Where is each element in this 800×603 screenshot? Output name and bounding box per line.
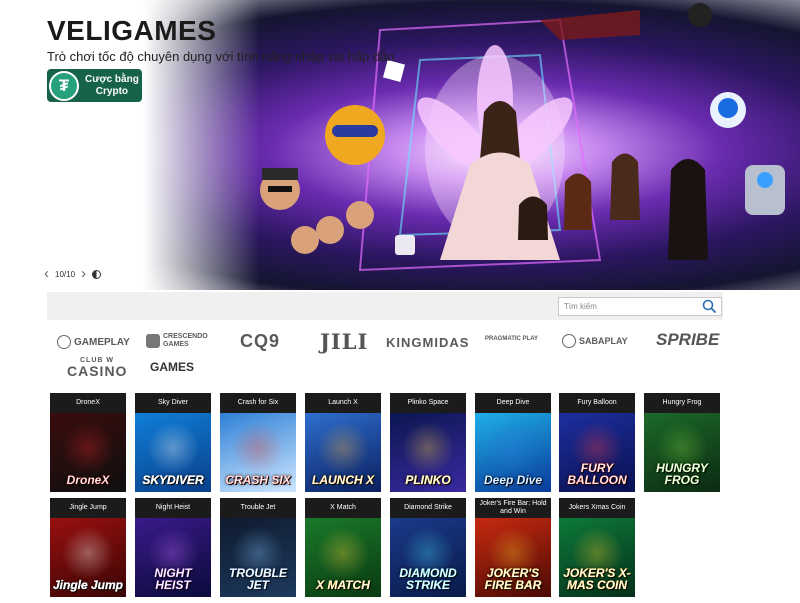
chevron-right-icon[interactable]: › [81,266,86,281]
provider-pragmatic[interactable]: PRAGMATIC PLAY [485,336,538,342]
crypto-badge[interactable]: ₮ Cược bằng Crypto [47,69,142,102]
hero-title: VELIGAMES [47,15,217,46]
game-title: Deep Dive [475,393,551,413]
provider-crescendo-label: CRESCENDO GAMES [163,333,208,349]
game-title: Fury Balloon [559,393,635,413]
game-title: Jokers Xmas Coin [559,498,635,518]
clubw-big-label: CASINO [67,363,128,379]
slider-counter: 10/10 [55,269,76,279]
crescendo-logo-icon [146,334,160,348]
game-card[interactable]: Crash for Six CRASH SIX [220,393,296,492]
game-title: Trouble Jet [220,498,296,518]
crypto-line1: Cược bằng [85,73,139,85]
game-logo-text: SKYDIVER [142,473,204,487]
chevron-left-icon[interactable]: ‹ [44,266,49,281]
game-logo-text: Jingle Jump [53,578,124,592]
game-card[interactable]: Jingle Jump Jingle Jump [50,498,126,597]
game-card[interactable]: X Match X MATCH [305,498,381,597]
page: VELIGAMES Trò chơi tốc độ chuyên dụng vớ… [0,0,800,603]
game-logo-text: JOKER'S X-MAS COIN [563,566,631,592]
provider-jili[interactable]: JILI [320,329,368,354]
provider-vgames[interactable]: GAMES [150,360,194,374]
game-card[interactable]: Deep Dive Deep Dive [475,393,551,492]
provider-gameplay-label: GAMEPLAY [74,336,130,348]
game-card[interactable]: Jokers Xmas Coin JOKER'S X-MAS COIN [559,498,635,597]
provider-sabaplay-label: SABAPLAY [579,336,628,346]
sabaplay-logo-icon [562,334,576,348]
game-logo-text: LAUNCH X [312,473,374,487]
hero-banner[interactable]: VELIGAMES Trò chơi tốc độ chuyên dụng vớ… [0,0,800,290]
hero-subtitle: Trò chơi tốc độ chuyên dụng với tính năn… [47,49,395,64]
provider-cq9[interactable]: CQ9 [240,331,280,352]
search-input[interactable] [558,297,722,316]
game-title: Sky Diver [135,393,211,413]
search-icon[interactable] [701,298,717,314]
game-card[interactable]: Joker's Fire Bar: Hold and Win JOKER'S FI… [475,498,551,597]
crypto-badge-label: Cược bằng Crypto [85,74,139,98]
tether-icon: ₮ [49,70,79,101]
game-title: Crash for Six [220,393,296,413]
provider-sabaplay[interactable]: SABAPLAY [562,334,628,348]
game-title: Night Heist [135,498,211,518]
provider-kingmidas[interactable]: KINGMIDAS [386,335,469,350]
crescendo-line2: GAMES [163,341,189,348]
game-title: DroneX [50,393,126,413]
game-logo-text: PLINKO [405,473,451,487]
game-logo-text: CRASH SIX [225,473,291,487]
game-logo-text: NIGHT HEIST [154,566,192,592]
game-card[interactable]: DroneX DroneX [50,393,126,492]
game-logo-text: FURY BALLOON [567,461,627,487]
game-title: X Match [305,498,381,518]
game-card[interactable]: Night Heist NIGHT HEIST [135,498,211,597]
game-logo-text: Deep Dive [483,473,543,487]
crescendo-line1: CRESCENDO [163,333,208,340]
game-logo-text: HUNGRY FROG [656,461,708,487]
slider-nav: ‹ 10/10 › [44,266,102,281]
game-card[interactable]: Launch X LAUNCH X [305,393,381,492]
game-card[interactable]: Plinko Space PLINKO [390,393,466,492]
gameplay-logo-icon [57,335,71,349]
game-card[interactable]: Fury Balloon FURY BALLOON [559,393,635,492]
game-card[interactable]: Hungry Frog HUNGRY FROG [644,393,720,492]
crypto-line2: Crypto [95,85,129,97]
provider-crescendo[interactable]: CRESCENDO GAMES [146,333,208,349]
game-card[interactable]: Sky Diver SKYDIVER [135,393,211,492]
pause-icon[interactable] [92,269,102,279]
game-logo-text: X MATCH [316,578,370,592]
provider-gameplay[interactable]: GAMEPLAY [57,335,130,349]
game-title: Launch X [305,393,381,413]
game-logo-text: JOKER'S FIRE BAR [484,566,542,592]
game-title: Plinko Space [390,393,466,413]
game-card[interactable]: Trouble Jet TROUBLE JET [220,498,296,597]
game-logo-text: DIAMOND STRIKE [399,566,457,592]
game-title: Joker's Fire Bar: Hold and Win [475,498,551,518]
game-logo-text: TROUBLE JET [229,566,287,592]
game-card[interactable]: Diamond Strike DIAMOND STRIKE [390,498,466,597]
game-title: Jingle Jump [50,498,126,518]
provider-spribe[interactable]: SPRIBE [656,330,719,350]
game-title: Diamond Strike [390,498,466,518]
game-title: Hungry Frog [644,393,720,413]
provider-clubw[interactable]: CLUB W CASINO [67,356,128,379]
game-logo-text: DroneX [66,473,110,487]
